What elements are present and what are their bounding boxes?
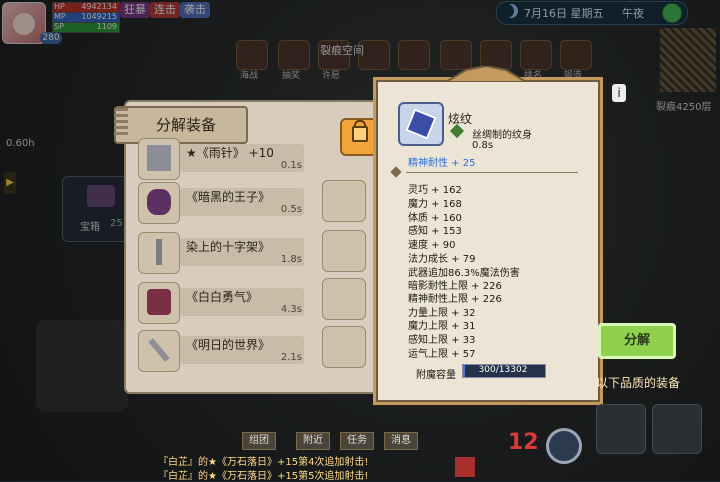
chat-message: 『白芷』的★《万石落日》+15第5次追加射击! (158, 471, 369, 482)
skill-ring-icon[interactable] (546, 428, 582, 464)
item-material: 丝绸制的纹身 (472, 130, 532, 141)
stat-line: 感知 + 153 (408, 226, 462, 237)
stat-line: 速度 + 90 (408, 240, 456, 251)
tattoo-item-icon (398, 102, 444, 146)
chat-message: 『白芷』的★《万石落日》+15第4次追加射击! (158, 457, 369, 468)
equip-time: 2.1s (280, 352, 302, 363)
equip-slot-gem[interactable] (322, 230, 366, 272)
notebook-spiral (114, 108, 128, 138)
tab-messages[interactable]: 消息 (384, 432, 418, 450)
equip-row[interactable]: 染上的十字架》 1.8s (138, 232, 304, 274)
stat-line: 精神耐性上限 + 226 (408, 294, 502, 305)
equip-name: 染上的十字架》 (186, 240, 271, 254)
tomorrow-sword-icon (138, 330, 180, 372)
combo-counter: 12 (508, 430, 539, 455)
equip-row[interactable]: 《白白勇气》 4.3s (138, 282, 304, 324)
tab-team[interactable]: 组团 (242, 432, 276, 450)
stat-line: 魔力上限 + 31 (408, 321, 476, 332)
equip-time: 4.3s (280, 304, 302, 315)
dark-prince-icon (138, 182, 180, 224)
tab-task[interactable]: 任务 (340, 432, 374, 450)
bow-attack-icon[interactable] (652, 404, 702, 454)
sword-attack-icon[interactable] (596, 404, 646, 454)
equip-slot-helmet[interactable] (322, 278, 366, 320)
stat-line: 法力成长 + 79 (408, 254, 476, 265)
decompose-button[interactable]: 分解 (598, 323, 676, 359)
equip-time: 0.5s (280, 204, 302, 215)
stat-line: 运气上限 + 57 (408, 349, 476, 360)
equip-name: 《暗黑的王子》 (186, 190, 271, 204)
equip-slot-tattoo[interactable] (322, 326, 366, 368)
stat-line: 魔力 + 168 (408, 199, 462, 210)
equip-name: 《明日的世界》 (186, 338, 271, 352)
tab-nearby[interactable]: 附近 (296, 432, 330, 450)
cross-sword-icon (138, 232, 180, 274)
equip-row[interactable]: 《明日的世界》 2.1s (138, 330, 304, 372)
stat-line: 灵巧 + 162 (408, 185, 462, 196)
tooltip-ornament (446, 66, 526, 82)
courage-shield-icon (138, 282, 180, 324)
item-spirit-resist: 精神耐性 + 25 (408, 158, 476, 169)
stat-line: 感知上限 + 33 (408, 335, 476, 346)
item-time: 0.8s (472, 140, 494, 151)
equip-time: 0.1s (280, 160, 302, 171)
needle-weapon-icon (138, 138, 180, 180)
panel-title: 分解装备 (156, 116, 217, 134)
info-button[interactable]: i (612, 84, 626, 102)
equip-name: 《白白勇气》 (186, 290, 259, 304)
enchant-capacity-value: 300/13302 (478, 365, 528, 375)
equip-row[interactable]: 《暗黑的王子》 0.5s (138, 182, 304, 224)
lock-icon (352, 126, 368, 142)
equip-time: 1.8s (280, 254, 302, 265)
enchant-capacity-label: 附魔容量 (416, 370, 456, 381)
equip-slot-ring[interactable] (322, 180, 366, 222)
equip-row[interactable]: ★《雨针》 +10 0.1s (138, 138, 304, 180)
chat-bubble-icon[interactable] (455, 457, 475, 477)
equip-name: ★《雨针》 +10 (186, 146, 274, 160)
divider-line (406, 172, 578, 173)
item-name: 炫纹 (448, 112, 473, 126)
quality-filter-label[interactable]: 以下品质的装备 (596, 374, 680, 391)
